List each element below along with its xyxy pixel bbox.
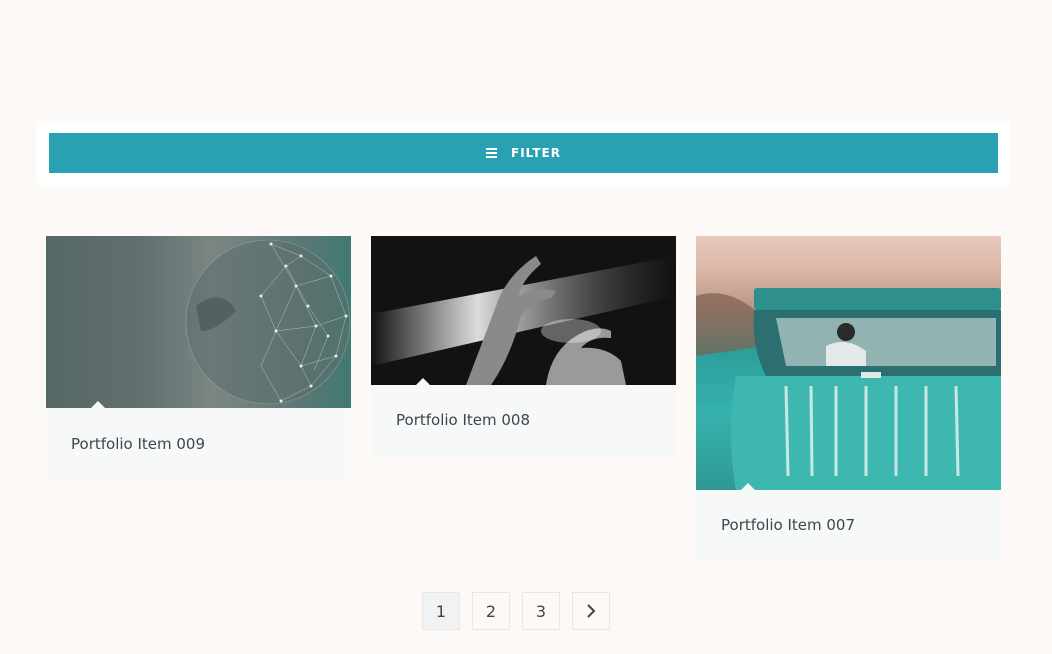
portfolio-item-title[interactable]: Portfolio Item 007 [696, 490, 1001, 561]
hands-light-image[interactable] [371, 236, 676, 385]
portfolio-card[interactable]: Portfolio Item 009 [46, 236, 351, 480]
globe-network-image[interactable] [46, 236, 351, 408]
page-2-button[interactable]: 2 [472, 592, 510, 630]
filter-container: FILTER [36, 121, 1010, 185]
filter-button[interactable]: FILTER [49, 133, 998, 173]
page-1-button[interactable]: 1 [422, 592, 460, 630]
page-3-button[interactable]: 3 [522, 592, 560, 630]
chevron-right-icon [587, 604, 596, 618]
portfolio-item-title[interactable]: Portfolio Item 008 [371, 385, 676, 456]
pagination: 1 2 3 [422, 592, 610, 630]
next-page-button[interactable] [572, 592, 610, 630]
portfolio-item-title[interactable]: Portfolio Item 009 [46, 408, 351, 480]
portfolio-card[interactable]: Portfolio Item 008 [371, 236, 676, 456]
hamburger-icon [486, 148, 498, 158]
filter-label: FILTER [511, 146, 561, 160]
teal-car-image[interactable] [696, 236, 1001, 490]
portfolio-card[interactable]: Portfolio Item 007 [696, 236, 1001, 561]
